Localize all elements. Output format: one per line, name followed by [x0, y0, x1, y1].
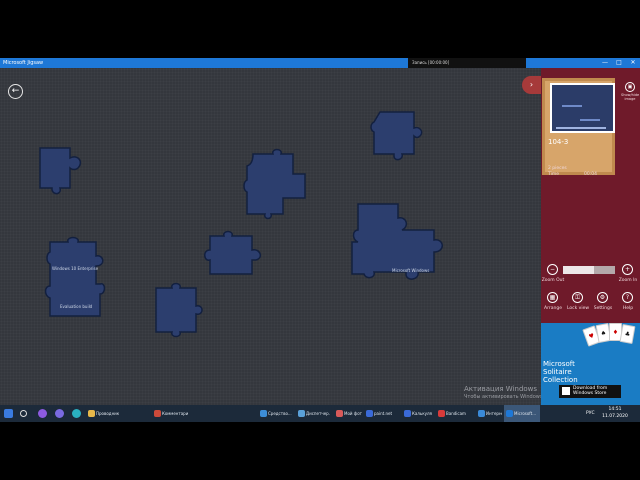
zoom-out-label: Zoom Out [541, 278, 565, 283]
language-indicator[interactable]: РУС [586, 405, 595, 422]
gear-icon: ⚙ [599, 294, 606, 301]
show-image-label: Show/hide image [621, 93, 640, 101]
zoom-slider-fill [563, 266, 595, 274]
search-icon[interactable] [20, 410, 27, 417]
arrange-button[interactable]: ▦ [547, 292, 558, 303]
app-icon [438, 410, 445, 417]
app-icon [404, 410, 411, 417]
taskbar-item-label: Интернет [486, 411, 502, 416]
solitaire-ad[interactable]: ♥ ♠ ♦ ♣ Microsoft Solitaire Collection D… [541, 323, 640, 405]
taskbar-item[interactable]: Microsoft... [504, 405, 540, 422]
expand-panel-button[interactable]: › [522, 76, 541, 94]
chevron-right-icon: › [529, 80, 534, 89]
piece-caption: Evaluation build [60, 304, 93, 309]
app-icon [88, 410, 95, 417]
app-icon [478, 410, 485, 417]
taskbar-item[interactable]: Диспетчер... [296, 405, 330, 422]
lock-view-label: Lock view [566, 306, 590, 311]
arrange-label: Arrange [544, 306, 562, 311]
zoom-in-button[interactable]: + [622, 264, 633, 275]
taskbar-item[interactable]: Средство... [258, 405, 292, 422]
puzzle-piece[interactable] [370, 106, 426, 164]
taskbar-item-label: Мой фото... [344, 411, 362, 416]
back-button[interactable]: ← [8, 84, 23, 99]
start-icon[interactable] [4, 409, 13, 418]
puzzle-board[interactable]: ← Microsoft Windows Windows 10 Enterpris… [0, 68, 599, 405]
taskbar: Проводник Комментарии Средство... Диспетчер… [0, 405, 640, 422]
zoom-in-icon: + [624, 266, 631, 273]
taskbar-item-label: Средство... [268, 411, 292, 416]
side-panel: ▣ Show/hide image 104-3 2 pieces Time 00… [541, 68, 640, 405]
puzzle-piece[interactable] [152, 280, 206, 342]
app-window: Microsoft Jigsaw — □ ✕ Запись [00:00:00]… [0, 58, 640, 405]
taskbar-item-label: Калькулят... [412, 411, 432, 416]
windows-logo-icon [562, 387, 570, 395]
taskbar-item-label: Комментарии [162, 411, 188, 416]
app-icon[interactable] [55, 409, 64, 418]
taskbar-item[interactable]: Мой фото... [334, 405, 362, 422]
show-image-button[interactable]: ▣ Show/hide image [621, 82, 639, 101]
clock[interactable]: 14:51 11.07.2020 [598, 406, 632, 420]
zoom-out-icon: − [549, 266, 556, 273]
app-icon [506, 410, 513, 417]
puzzle-piece[interactable] [202, 230, 266, 282]
taskbar-item-label: Проводник [96, 411, 120, 416]
puzzle-piece[interactable] [243, 148, 307, 230]
taskbar-item[interactable]: Bandicam [436, 405, 472, 422]
help-icon: ? [625, 294, 630, 301]
zoom-slider[interactable] [563, 266, 615, 274]
puzzle-piece[interactable] [44, 236, 106, 324]
taskbar-item-label: paint.net [374, 411, 393, 416]
help-button[interactable]: ? [622, 292, 633, 303]
app-icon [298, 410, 305, 417]
app-icon [366, 410, 373, 417]
arrow-left-icon: ← [11, 86, 20, 96]
piece-caption: Microsoft Windows [392, 268, 430, 273]
screen: Microsoft Jigsaw — □ ✕ Запись [00:00:00]… [0, 0, 640, 480]
zoom-out-button[interactable]: − [547, 264, 558, 275]
puzzle-piece[interactable] [36, 144, 88, 199]
window-title: Microsoft Jigsaw [3, 60, 44, 66]
puzzle-preview[interactable] [542, 78, 615, 175]
puzzle-name: 104-3 [548, 138, 569, 146]
image-icon: ▣ [625, 82, 635, 92]
settings-button[interactable]: ⚙ [597, 292, 608, 303]
title-bar: Microsoft Jigsaw — □ ✕ [0, 58, 640, 68]
taskbar-item[interactable]: Комментарии [152, 405, 188, 422]
pieces-count: 2 pieces Time [548, 166, 567, 177]
maximize-button[interactable]: □ [614, 58, 624, 68]
edge-icon[interactable] [72, 409, 81, 418]
app-icon [154, 410, 161, 417]
taskbar-item-label: Диспетчер... [306, 411, 330, 416]
lock-view-button[interactable]: ⚿ [572, 292, 583, 303]
settings-label: Settings [593, 306, 613, 311]
minimize-button[interactable]: — [600, 58, 610, 68]
app-icon [260, 410, 267, 417]
timer-value: 00:04 [584, 172, 597, 177]
lock-icon: ⚿ [575, 294, 580, 301]
taskbar-item[interactable]: Интернет [476, 405, 502, 422]
taskbar-item-label: Bandicam [446, 411, 466, 416]
card-icon: ♣ [619, 324, 636, 344]
taskbar-item[interactable]: Проводник [86, 405, 126, 422]
help-label: Help [622, 306, 634, 311]
recorder-status: Запись [00:00:00] [412, 60, 450, 65]
app-icon[interactable] [38, 409, 47, 418]
taskbar-item[interactable]: paint.net [364, 405, 400, 422]
preview-image [550, 83, 615, 133]
taskbar-item-label: Microsoft... [514, 411, 537, 416]
store-badge[interactable]: Download from Windows Store [559, 385, 621, 398]
ad-title: Microsoft Solitaire Collection [543, 360, 578, 384]
close-button[interactable]: ✕ [628, 58, 638, 68]
recorder-toolbar[interactable]: Запись [00:00:00] [408, 58, 526, 68]
taskbar-item[interactable]: Калькулят... [402, 405, 432, 422]
zoom-in-label: Zoom In [618, 278, 638, 283]
piece-caption: Windows 10 Enterprise [52, 266, 99, 271]
grid-icon: ▦ [549, 294, 556, 301]
app-icon [336, 410, 343, 417]
puzzle-piece[interactable] [348, 196, 452, 288]
